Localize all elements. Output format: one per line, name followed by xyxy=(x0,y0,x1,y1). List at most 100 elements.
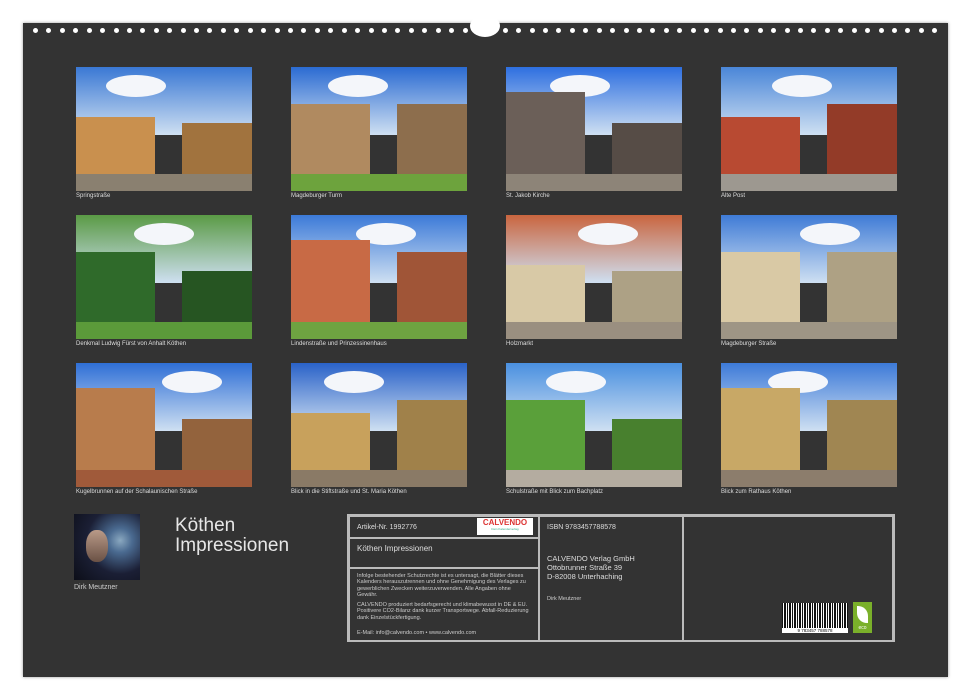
author-photo xyxy=(74,514,140,580)
binding-hole xyxy=(865,28,870,33)
binding-hole xyxy=(207,28,212,33)
binding-hole xyxy=(825,28,830,33)
binding-hole xyxy=(503,28,508,33)
binding-hole xyxy=(60,28,65,33)
binding-hole xyxy=(234,28,239,33)
photo-tile xyxy=(291,363,467,487)
photo-caption: Magdeburger Turm xyxy=(291,193,342,199)
photo-tile xyxy=(721,67,897,191)
calvendo-logo: CALVENDODein Kalenderverlag xyxy=(477,518,533,535)
binding-hole xyxy=(758,28,763,33)
binding-hole xyxy=(221,28,226,33)
binding-hole xyxy=(315,28,320,33)
binding-hole xyxy=(516,28,521,33)
binding-hole xyxy=(771,28,776,33)
binding-hole xyxy=(530,28,535,33)
publisher-address: CALVENDO Verlag GmbHOttobrunner Straße 3… xyxy=(547,554,635,581)
publisher-author: Dirk Meutzner xyxy=(547,596,581,602)
binding-hole xyxy=(556,28,561,33)
binding-hole xyxy=(422,28,427,33)
photo-tile xyxy=(291,215,467,339)
binding-hole xyxy=(932,28,937,33)
binding-hole xyxy=(275,28,280,33)
binding-hole xyxy=(33,28,38,33)
contact-text: E-Mail: info@calvendo.com • www.calvendo… xyxy=(357,630,476,636)
title-line-2: Impressionen xyxy=(175,536,289,556)
binding-hole xyxy=(852,28,857,33)
binding-hole xyxy=(409,28,414,33)
binding-hole xyxy=(637,28,642,33)
binding-hole xyxy=(73,28,78,33)
photo-caption: Kugelbrunnen auf der Schalaunischen Stra… xyxy=(76,489,197,495)
binding-hole xyxy=(610,28,615,33)
binding-hole xyxy=(543,28,548,33)
binding-hole xyxy=(463,28,468,33)
binding-hole xyxy=(570,28,575,33)
binding-hole xyxy=(288,28,293,33)
photo-caption: Magdeburger Straße xyxy=(721,341,776,347)
article-cell: Artikel-Nr. 1992776 CALVENDODein Kalende… xyxy=(349,516,539,538)
calendar-name: Köthen Impressionen xyxy=(357,544,433,553)
binding-hole xyxy=(114,28,119,33)
article-number: Artikel-Nr. 1992776 xyxy=(357,524,417,531)
eco-text: CALVENDO produziert bedarfsgerecht und k… xyxy=(357,602,529,621)
binding-hole xyxy=(744,28,749,33)
binding-hole xyxy=(785,28,790,33)
photo-caption: Denkmal Ludwig Fürst von Anhalt Köthen xyxy=(76,341,186,347)
hanger-notch xyxy=(470,15,500,37)
binding-hole xyxy=(369,28,374,33)
binding-hole xyxy=(583,28,588,33)
binding-hole xyxy=(838,28,843,33)
photo-caption: Blick zum Rathaus Köthen xyxy=(721,489,791,495)
photo-caption: St. Jakob Kirche xyxy=(506,193,550,199)
photo-caption: Lindenstraße und Prinzessinenhaus xyxy=(291,341,387,347)
author-name: Dirk Meutzner xyxy=(74,584,118,591)
binding-hole xyxy=(328,28,333,33)
info-panel: Artikel-Nr. 1992776 CALVENDODein Kalende… xyxy=(347,514,895,642)
binding-hole xyxy=(355,28,360,33)
binding-hole xyxy=(691,28,696,33)
legal-cell: Infolge bestehender Schutzrechte ist es … xyxy=(349,568,539,642)
binding-hole xyxy=(879,28,884,33)
binding-hole xyxy=(248,28,253,33)
binding-hole xyxy=(100,28,105,33)
legal-text: Infolge bestehender Schutzrechte ist es … xyxy=(357,573,527,599)
binding-hole xyxy=(664,28,669,33)
binding-hole xyxy=(194,28,199,33)
photo-tile xyxy=(506,67,682,191)
name-cell: Köthen Impressionen xyxy=(349,538,539,568)
binding-hole xyxy=(154,28,159,33)
photo-tile xyxy=(291,67,467,191)
photo-tile xyxy=(721,215,897,339)
photo-tile xyxy=(721,363,897,487)
title-line-1: Köthen xyxy=(175,516,289,536)
binding-hole xyxy=(731,28,736,33)
binding-hole xyxy=(597,28,602,33)
binding-hole xyxy=(140,28,145,33)
binding-hole xyxy=(342,28,347,33)
photo-caption: Blick in die Stiftstraße und St. Maria K… xyxy=(291,489,407,495)
calendar-back-cover: Springstraße Magdeburger Turm St. Jakob … xyxy=(23,23,948,677)
binding-hole xyxy=(87,28,92,33)
binding-hole xyxy=(718,28,723,33)
photo-caption: Springstraße xyxy=(76,193,110,199)
publisher-cell: ISBN 9783457788578 CALVENDO Verlag GmbHO… xyxy=(539,516,683,642)
photo-tile xyxy=(506,215,682,339)
binding-hole xyxy=(624,28,629,33)
binding-hole xyxy=(650,28,655,33)
binding-hole xyxy=(181,28,186,33)
photo-tile xyxy=(76,67,252,191)
photo-tile xyxy=(76,215,252,339)
photo-tile xyxy=(76,363,252,487)
binding-hole xyxy=(798,28,803,33)
barcode: 9 783457 788578 xyxy=(782,603,848,633)
binding-hole xyxy=(46,28,51,33)
binding-hole xyxy=(395,28,400,33)
binding-hole xyxy=(436,28,441,33)
binding-hole xyxy=(301,28,306,33)
binding-hole xyxy=(127,28,132,33)
binding-hole xyxy=(905,28,910,33)
binding-hole xyxy=(892,28,897,33)
binding-hole xyxy=(811,28,816,33)
binding-hole xyxy=(919,28,924,33)
